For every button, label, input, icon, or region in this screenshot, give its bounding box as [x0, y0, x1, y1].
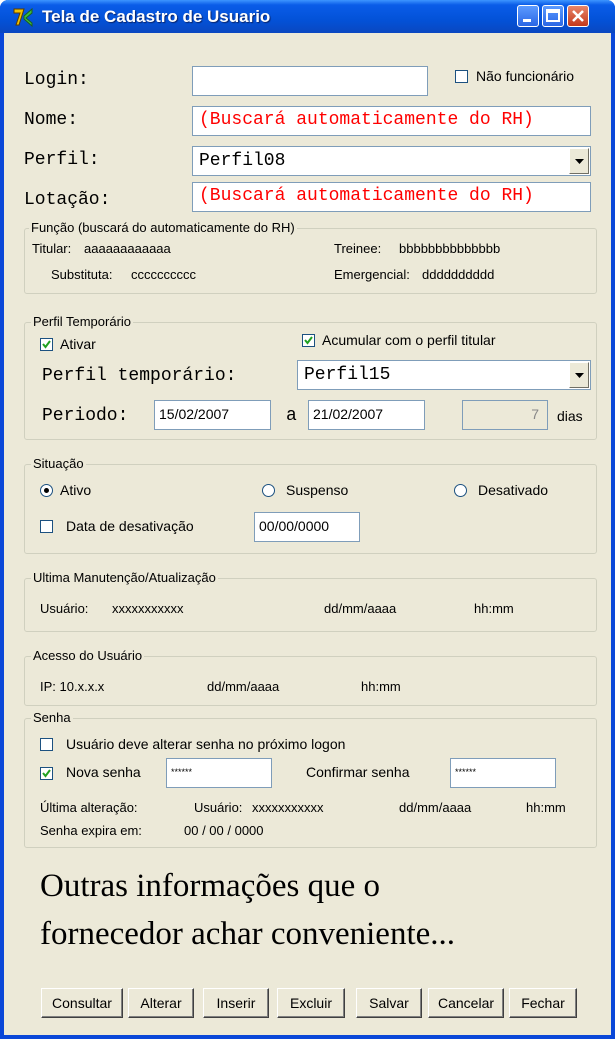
emergencial-value: dddddddddd — [422, 267, 495, 282]
window-title: Tela de Cadastro de Usuario — [42, 7, 271, 26]
close-button[interactable] — [567, 5, 589, 27]
periodo-a-label: a — [286, 406, 297, 426]
note-line-1: Outras informações que o — [40, 868, 380, 904]
radio-dot — [44, 488, 49, 493]
login-label: Login: — [24, 70, 89, 90]
nova-senha-label: Nova senha — [66, 764, 141, 780]
ativo-label: Ativo — [60, 482, 92, 498]
periodo-from-input[interactable]: 15/02/2007 — [154, 400, 271, 430]
funcao-legend: Função (buscará do automaticamente do RH… — [29, 220, 297, 235]
suspenso-radio[interactable] — [262, 484, 275, 497]
chevron-down-icon — [575, 159, 584, 164]
confirmar-senha-label: Confirmar senha — [306, 764, 410, 780]
inserir-button[interactable]: Inserir — [203, 988, 269, 1018]
data-desativacao-checkbox[interactable] — [40, 520, 53, 533]
nova-senha-checkbox[interactable] — [40, 767, 53, 780]
perfil-select-value: Perfil08 — [199, 151, 286, 171]
nao-funcionario-checkbox[interactable] — [455, 70, 468, 83]
manutencao-time: hh:mm — [474, 601, 514, 616]
perfil-temporario-label: Perfil temporário: — [42, 366, 237, 386]
emergencial-label: Emergencial: — [334, 267, 410, 282]
acesso-time: hh:mm — [361, 679, 401, 694]
check-icon — [42, 769, 51, 778]
perfil-temporario-dropdown-button[interactable] — [569, 362, 589, 388]
acesso-legend: Acesso do Usuário — [31, 648, 145, 663]
login-input[interactable] — [192, 66, 428, 96]
titular-label: Titular: — [32, 241, 72, 256]
senha-legend: Senha — [31, 710, 73, 725]
maximize-icon — [546, 9, 560, 22]
fechar-button[interactable]: Fechar — [509, 988, 577, 1018]
consultar-button[interactable]: Consultar — [41, 988, 123, 1018]
senha-time: hh:mm — [526, 800, 566, 815]
manutencao-usuario-label: Usuário: — [40, 601, 89, 616]
chevron-down-icon — [575, 373, 584, 378]
close-icon — [572, 10, 584, 22]
desativado-radio[interactable] — [454, 484, 467, 497]
senha-usuario-value: xxxxxxxxxxx — [252, 800, 324, 815]
perfil-select[interactable]: Perfil08 — [192, 146, 591, 176]
cancelar-button[interactable]: Cancelar — [428, 988, 504, 1018]
ultima-alteracao-label: Última alteração: — [40, 800, 138, 815]
senha-expira-label: Senha expira em: — [40, 823, 142, 838]
user-registration-window: Tela de Cadastro de Usuario Login: Não f… — [0, 0, 615, 1039]
title-bar[interactable]: Tela de Cadastro de Usuario — [0, 0, 615, 33]
ativo-radio[interactable] — [40, 484, 53, 497]
trainee-label: Treinee: — [334, 241, 382, 256]
data-desativacao-input[interactable]: 00/00/0000 — [254, 512, 360, 542]
perfil-temporario-value: Perfil15 — [304, 365, 391, 385]
periodo-label: Periodo: — [42, 406, 129, 426]
perfil-dropdown-button[interactable] — [569, 148, 589, 174]
senha-expira-value: 00 / 00 / 0000 — [184, 823, 264, 838]
salvar-button[interactable]: Salvar — [356, 988, 422, 1018]
situacao-legend: Situação — [31, 456, 86, 471]
minimize-icon — [523, 19, 531, 22]
acesso-date: dd/mm/aaaa — [207, 679, 280, 694]
funcao-group: Função (buscará do automaticamente do RH… — [24, 220, 597, 294]
ativar-checkbox[interactable] — [40, 338, 53, 351]
nao-funcionario-label: Não funcionário — [476, 68, 575, 84]
perfil-temporario-legend: Perfil Temporário — [31, 314, 134, 329]
titular-value: aaaaaaaaaaaa — [84, 241, 171, 256]
manutencao-legend: Ultima Manutenção/Atualização — [31, 570, 218, 585]
perfil-temporario-select[interactable]: Perfil15 — [297, 360, 591, 390]
check-icon — [42, 340, 51, 349]
confirmar-senha-input[interactable]: ****** — [450, 758, 556, 788]
substituta-label: Substituta: — [51, 267, 113, 282]
acesso-group: Acesso do Usuário — [24, 648, 597, 706]
periodo-to-input[interactable]: 21/02/2007 — [308, 400, 425, 430]
alterar-button[interactable]: Alterar — [128, 988, 194, 1018]
acesso-ip: IP: 10.x.x.x — [40, 679, 105, 694]
desativado-label: Desativado — [478, 482, 549, 498]
data-desativacao-label: Data de desativação — [66, 518, 194, 534]
suspenso-label: Suspenso — [286, 482, 349, 498]
app-icon — [13, 7, 33, 28]
note-line-2: fornecedor achar conveniente... — [40, 916, 456, 952]
manutencao-date: dd/mm/aaaa — [324, 601, 397, 616]
ativar-label: Ativar — [60, 336, 96, 352]
trainee-value: bbbbbbbbbbbbbb — [399, 241, 501, 256]
perfil-label: Perfil: — [24, 150, 100, 170]
excluir-button[interactable]: Excluir — [277, 988, 345, 1018]
nome-label: Nome: — [24, 110, 79, 130]
maximize-button[interactable] — [542, 5, 564, 27]
senha-usuario-label: Usuário: — [194, 800, 243, 815]
manutencao-usuario-value: xxxxxxxxxxx — [112, 601, 184, 616]
minimize-button[interactable] — [517, 5, 539, 27]
senha-date: dd/mm/aaaa — [399, 800, 472, 815]
acumular-checkbox[interactable] — [302, 334, 315, 347]
acumular-label: Acumular com o perfil titular — [322, 332, 496, 348]
deve-alterar-label: Usuário deve alterar senha no próximo lo… — [66, 736, 346, 752]
lotacao-field: (Buscará automaticamente do RH) — [192, 182, 591, 212]
nome-field: (Buscará automaticamente do RH) — [192, 106, 591, 136]
check-icon — [304, 336, 313, 345]
dias-field: 7 — [462, 400, 548, 430]
nova-senha-input[interactable]: ****** — [166, 758, 272, 788]
substituta-value: cccccccccc — [131, 267, 196, 282]
deve-alterar-checkbox[interactable] — [40, 738, 53, 751]
lotacao-label: Lotação: — [24, 190, 111, 210]
dias-label: dias — [557, 408, 583, 424]
